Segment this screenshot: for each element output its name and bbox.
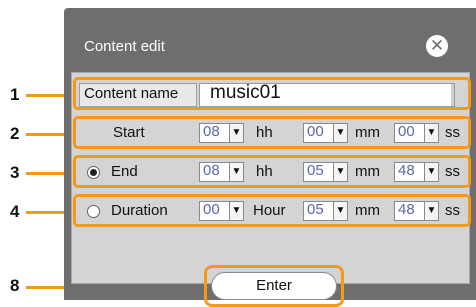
- callout-3: 3: [10, 163, 20, 182]
- callout-4: 4: [10, 202, 20, 221]
- callout-8: 8: [10, 276, 20, 295]
- highlight-enter: [204, 265, 344, 307]
- highlight-content-name: [73, 77, 471, 110]
- callout-2: 2: [10, 124, 20, 143]
- highlight-start: [73, 116, 471, 149]
- callout-1: 1: [10, 85, 20, 104]
- dialog-title: Content edit: [84, 38, 165, 55]
- close-icon[interactable]: ✕: [426, 35, 448, 57]
- highlight-duration: [73, 194, 471, 227]
- content-edit-dialog: Content edit ✕: [64, 8, 476, 300]
- highlight-end: [73, 155, 471, 188]
